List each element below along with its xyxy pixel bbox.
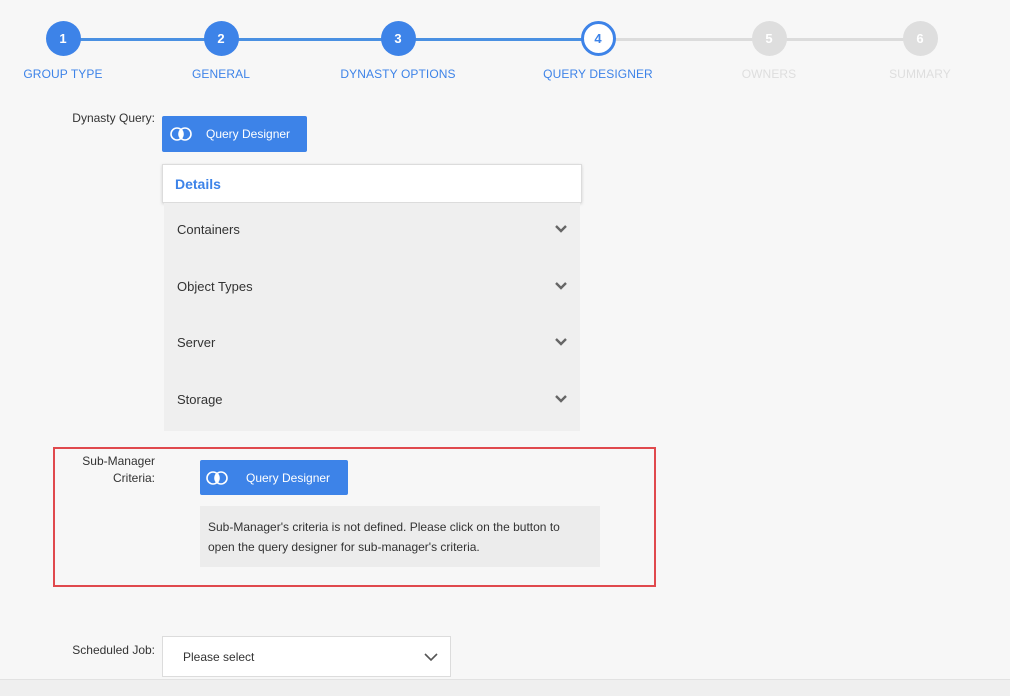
step-summary: 6 SUMMARY <box>840 21 1000 81</box>
accordion-label: Containers <box>177 221 240 237</box>
accordion-item-object-types[interactable]: Object Types <box>164 266 580 306</box>
dynasty-query-label: Dynasty Query: <box>72 111 155 125</box>
step-label: DYNASTY OPTIONS <box>340 67 456 81</box>
dynasty-query-designer-button[interactable]: Query Designer <box>162 116 307 152</box>
chevron-down-icon <box>555 282 567 290</box>
step-label: OWNERS <box>741 67 797 81</box>
accordion-item-storage[interactable]: Storage <box>164 379 580 419</box>
wizard-stepper: 1 GROUP TYPE 2 GENERAL 3 DYNASTY OPTIONS… <box>0 0 1010 100</box>
button-label: Query Designer <box>206 127 291 141</box>
sub-manager-query-designer-button[interactable]: Query Designer <box>200 460 348 495</box>
sub-manager-criteria-label: Sub-Manager Criteria: <box>40 453 155 487</box>
sub-manager-info-message: Sub-Manager's criteria is not defined. P… <box>200 506 600 567</box>
accordion-item-server[interactable]: Server <box>164 322 580 362</box>
step-number: 1 <box>45 21 81 56</box>
step-general[interactable]: 2 GENERAL <box>141 21 301 81</box>
label-line: Criteria: <box>112 471 155 485</box>
scheduled-job-label: Scheduled Job: <box>72 643 155 657</box>
chevron-down-icon <box>555 338 567 346</box>
step-label: GROUP TYPE <box>23 67 103 81</box>
accordion-label: Server <box>177 334 216 350</box>
select-value: Please select <box>183 649 255 664</box>
step-query-designer[interactable]: 4 QUERY DESIGNER <box>518 21 678 81</box>
step-dynasty-options[interactable]: 3 DYNASTY OPTIONS <box>318 21 478 81</box>
step-label: QUERY DESIGNER <box>543 67 653 81</box>
button-label: Query Designer <box>246 470 331 485</box>
step-number: 4 <box>580 21 616 56</box>
message-line: open the query designer for sub-manager'… <box>208 540 480 554</box>
label-line: Sub-Manager <box>82 454 155 468</box>
message-line: Sub-Manager's criteria is not defined. P… <box>208 520 560 534</box>
step-number: 2 <box>203 21 239 56</box>
details-header: Details <box>162 164 582 203</box>
details-title: Details <box>175 175 221 192</box>
footer-bar <box>0 679 1010 696</box>
step-number: 5 <box>751 21 787 56</box>
details-accordion: Containers Object Types Server Storage <box>164 203 580 431</box>
circles-overlap-icon <box>206 470 228 485</box>
accordion-label: Object Types <box>177 278 253 294</box>
step-owners: 5 OWNERS <box>689 21 849 81</box>
accordion-item-containers[interactable]: Containers <box>164 209 580 249</box>
step-number: 3 <box>380 21 416 56</box>
step-group-type[interactable]: 1 GROUP TYPE <box>0 21 143 81</box>
scheduled-job-select[interactable]: Please select <box>162 636 451 677</box>
circles-overlap-icon <box>170 127 192 141</box>
step-label: SUMMARY <box>889 67 951 81</box>
chevron-down-icon <box>555 395 567 403</box>
step-label: GENERAL <box>191 67 251 81</box>
chevron-down-icon <box>424 652 438 661</box>
step-number: 6 <box>902 21 938 56</box>
chevron-down-icon <box>555 225 567 233</box>
accordion-label: Storage <box>177 391 223 407</box>
